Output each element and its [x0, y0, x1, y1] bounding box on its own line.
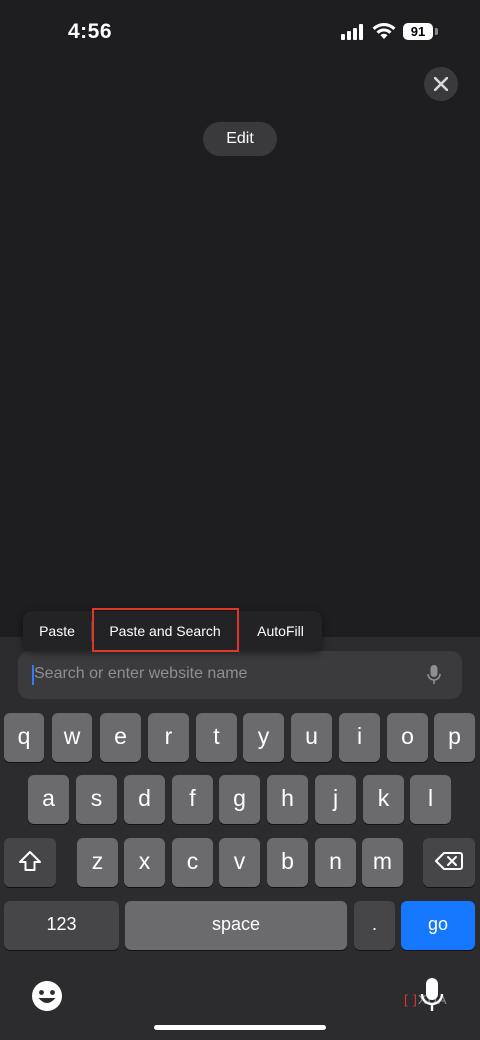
- status-bar: 4:56 91: [0, 0, 480, 64]
- go-key[interactable]: go: [401, 901, 475, 950]
- key-a[interactable]: a: [28, 775, 69, 824]
- home-indicator[interactable]: [154, 1025, 326, 1030]
- key-b[interactable]: b: [267, 838, 308, 887]
- dictation-microphone-icon[interactable]: [420, 977, 444, 1013]
- key-q[interactable]: q: [4, 713, 44, 762]
- shift-key[interactable]: [4, 838, 56, 887]
- key-i[interactable]: i: [339, 713, 380, 762]
- key-y[interactable]: y: [243, 713, 284, 762]
- edit-button[interactable]: Edit: [203, 122, 277, 156]
- numbers-key[interactable]: 123: [4, 901, 119, 950]
- status-time: 4:56: [68, 20, 113, 43]
- key-t[interactable]: t: [196, 713, 237, 762]
- key-z[interactable]: z: [77, 838, 118, 887]
- highlight-box: [92, 608, 239, 652]
- close-button[interactable]: [424, 67, 458, 101]
- key-r[interactable]: r: [148, 713, 189, 762]
- menu-item-autofill[interactable]: AutoFill: [239, 611, 322, 651]
- key-l[interactable]: l: [410, 775, 451, 824]
- key-w[interactable]: w: [52, 713, 92, 762]
- search-placeholder: Search or enter website name: [34, 665, 248, 682]
- key-e[interactable]: e: [100, 713, 141, 762]
- backspace-icon: [435, 852, 463, 871]
- delete-key[interactable]: [423, 838, 475, 887]
- key-v[interactable]: v: [219, 838, 260, 887]
- space-key[interactable]: space: [125, 901, 347, 950]
- close-icon: [434, 77, 448, 91]
- emoji-icon[interactable]: [30, 979, 64, 1013]
- microphone-icon[interactable]: [426, 664, 442, 686]
- key-p[interactable]: p: [434, 713, 475, 762]
- key-d[interactable]: d: [124, 775, 165, 824]
- battery-tip: [435, 28, 438, 35]
- menu-item-paste[interactable]: Paste: [23, 611, 91, 651]
- key-m[interactable]: m: [362, 838, 403, 887]
- key-n[interactable]: n: [315, 838, 356, 887]
- key-j[interactable]: j: [315, 775, 356, 824]
- key-u[interactable]: u: [291, 713, 332, 762]
- cellular-signal-icon: [341, 24, 365, 40]
- key-c[interactable]: c: [172, 838, 213, 887]
- shift-icon: [19, 851, 41, 872]
- period-key[interactable]: .: [354, 901, 395, 950]
- key-k[interactable]: k: [363, 775, 404, 824]
- key-o[interactable]: o: [387, 713, 428, 762]
- search-input[interactable]: Search or enter website name: [18, 651, 462, 699]
- wifi-icon: [372, 23, 396, 39]
- battery-icon: 91: [403, 23, 433, 40]
- key-s[interactable]: s: [76, 775, 117, 824]
- key-g[interactable]: g: [219, 775, 260, 824]
- key-x[interactable]: x: [124, 838, 165, 887]
- key-f[interactable]: f: [172, 775, 213, 824]
- key-h[interactable]: h: [267, 775, 308, 824]
